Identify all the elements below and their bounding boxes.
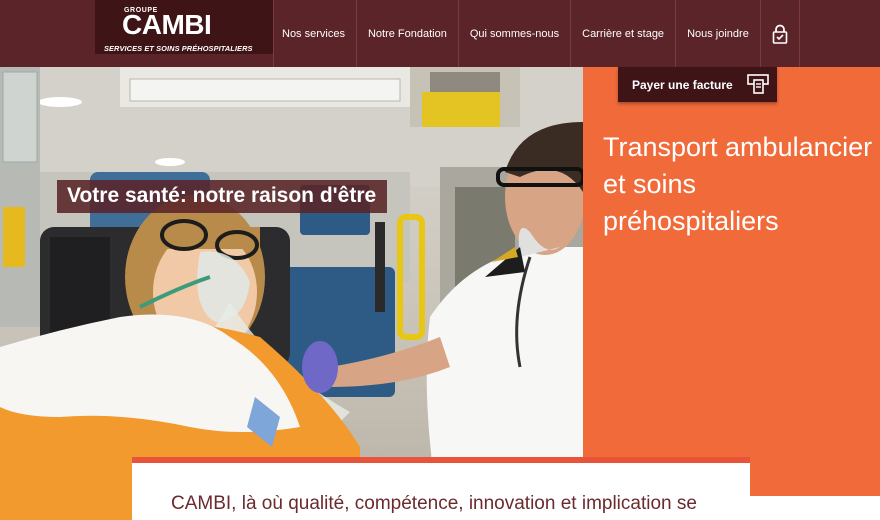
- nav-item-qui-sommes-nous[interactable]: Qui sommes-nous: [457, 0, 570, 67]
- logo-cambi-text: CAMBI: [122, 9, 212, 40]
- nav-item-nos-services[interactable]: Nos services: [273, 0, 356, 67]
- bill-payment-icon: [747, 74, 769, 94]
- logo-tagline: SERVICES ET SOINS PRÉHOSPITALIERS: [104, 44, 253, 53]
- hero-section: Transport ambulancier et soins préhospit…: [0, 67, 880, 520]
- logo[interactable]: GROUPE CAMBI SERVICES ET SOINS PRÉHOSPIT…: [95, 0, 273, 54]
- hero-slogan: Votre santé: notre raison d'être: [57, 180, 388, 213]
- pay-bill-label: Payer une facture: [632, 77, 733, 92]
- lock-icon: [772, 24, 788, 44]
- main-menu: Nos services Notre Fondation Qui sommes-…: [273, 0, 800, 67]
- nav-item-nous-joindre[interactable]: Nous joindre: [675, 0, 760, 67]
- pay-bill-button[interactable]: Payer une facture: [618, 67, 777, 102]
- login-button[interactable]: [759, 0, 800, 67]
- intro-text: CAMBI, là où qualité, compétence, innova…: [171, 493, 697, 514]
- hero-photo-ambulance: [0, 67, 583, 520]
- top-navigation-bar: GROUPE CAMBI SERVICES ET SOINS PRÉHOSPIT…: [0, 0, 880, 67]
- hero-title: Transport ambulancier et soins préhospit…: [603, 132, 873, 236]
- hero-photo-illustration: [0, 67, 583, 520]
- nav-item-carriere-et-stage[interactable]: Carrière et stage: [570, 0, 675, 67]
- intro-card: CAMBI, là où qualité, compétence, innova…: [132, 457, 750, 520]
- nav-item-notre-fondation[interactable]: Notre Fondation: [355, 0, 458, 67]
- page-background-strip: [750, 496, 880, 520]
- hero-orange-panel: Transport ambulancier et soins préhospit…: [583, 67, 880, 520]
